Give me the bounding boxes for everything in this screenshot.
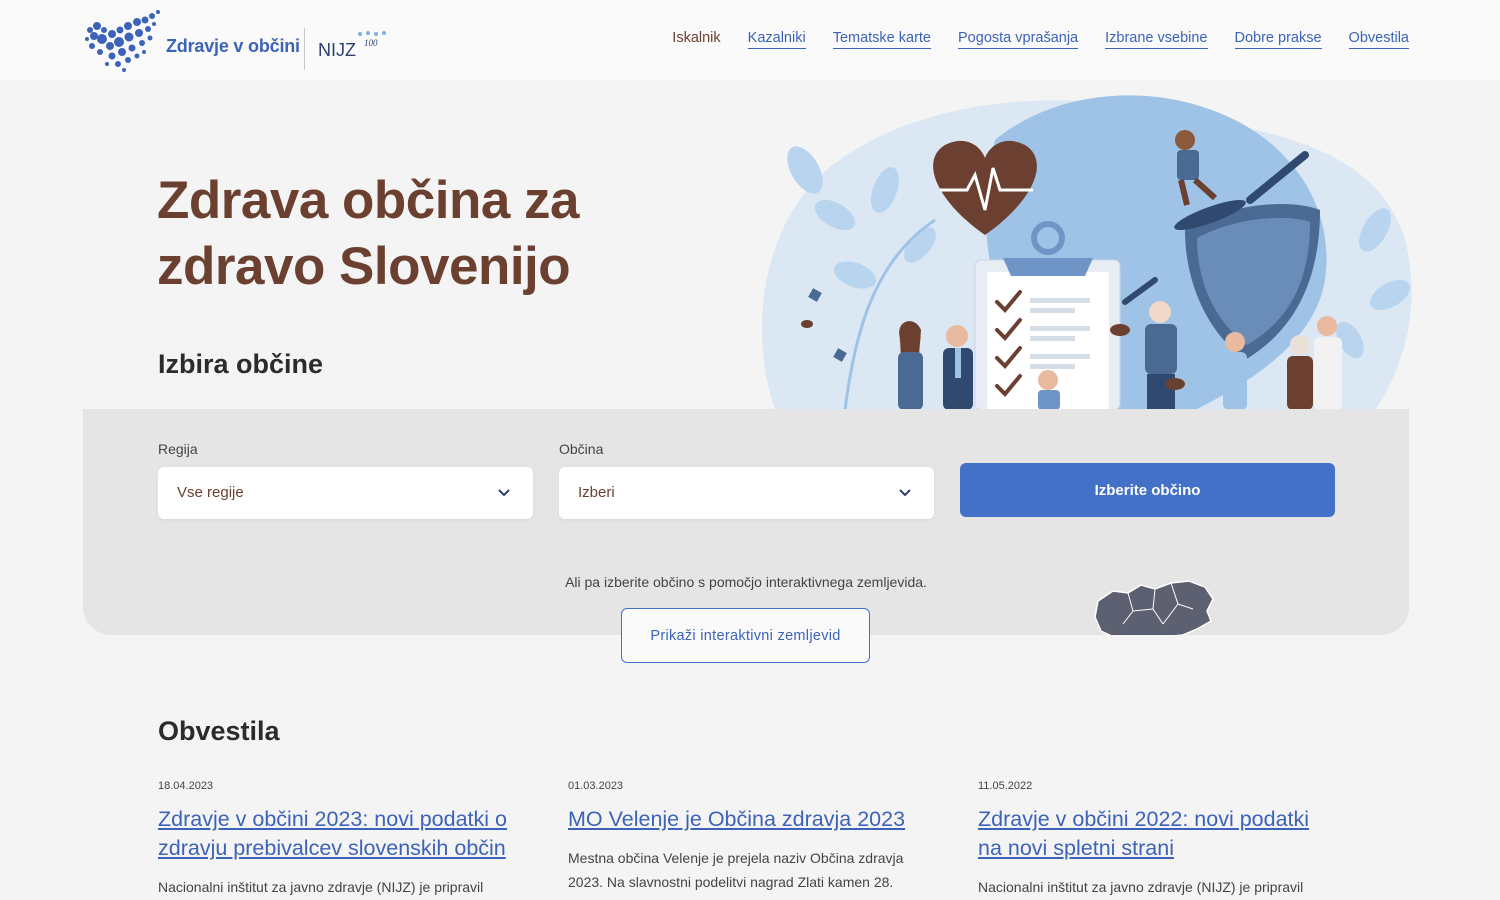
news-title-link[interactable]: Zdravje v občini 2023: novi podatki o zd… [158,805,518,863]
partner-badge: 100 [354,30,388,55]
news-item: 01.03.2023 MO Velenje je Občina zdravja … [568,780,928,894]
health-illustration [762,95,1412,410]
page-title: Zdrava občina za zdravo Slovenijo [157,171,580,296]
news-date: 11.05.2022 [978,780,1033,792]
site-header: Zdravje v občini NIJZ 100 Iskalnik Kazal… [0,0,1500,80]
news-excerpt: Nacionalni inštitut za javno zdravje (NI… [978,879,1304,895]
news-date: 18.04.2023 [158,780,214,792]
nav-izbrane-vsebine[interactable]: Izbrane vsebine [1105,30,1208,49]
partner-logo: NIJZ [318,40,356,60]
news-excerpt: Mestna občina Velenje je prejela naziv O… [568,850,904,890]
news-heading: Obvestila [158,716,280,746]
municipality-select-value: Izberi [578,484,615,501]
region-select[interactable]: Vse regije [158,467,533,519]
logo-title: Zdravje v občini [166,36,300,56]
svg-text:100: 100 [364,38,378,48]
news-excerpt: Nacionalni inštitut za javno zdravje (NI… [158,879,484,895]
nav-obvestila[interactable]: Obvestila [1348,30,1409,49]
news-title-link[interactable]: Zdravje v občini 2022: novi podatki na n… [978,805,1338,863]
slovenia-map-thumbnail-icon [1094,580,1214,635]
main-nav: Iskalnik Kazalniki Tematske karte Pogost… [672,30,1409,49]
nav-pogosta-vprasanja[interactable]: Pogosta vprašanja [958,30,1079,49]
chevron-down-icon [899,489,911,497]
news-title-link[interactable]: MO Velenje je Občina zdravja 2023 [568,805,928,834]
nav-tematske-karte[interactable]: Tematske karte [832,30,932,49]
nav-kazalniki[interactable]: Kazalniki [747,30,806,49]
select-municipality-button[interactable]: Izberite občino [960,463,1335,517]
nav-dobre-prakse[interactable]: Dobre prakse [1234,30,1322,49]
logo-divider [304,28,305,70]
municipality-selection-panel: Regija Vse regije Občina Izberi Izberite… [83,409,1409,635]
dots-logo-icon [85,10,160,72]
chevron-down-icon [498,489,510,497]
site-logo[interactable]: Zdravje v občini NIJZ 100 [82,6,386,74]
municipality-select[interactable]: Izberi [559,467,934,519]
news-item: 11.05.2022 Zdravje v občini 2022: novi p… [978,780,1338,899]
region-label: Regija [158,441,198,457]
nav-iskalnik[interactable]: Iskalnik [672,30,720,49]
news-date: 01.03.2023 [568,780,624,792]
municipality-label: Občina [559,441,604,457]
show-interactive-map-button[interactable]: Prikaži interaktivni zemljevid [621,608,870,663]
anniversary-badge-icon: 100 [358,31,386,48]
municipality-selection-heading: Izbira občine [158,349,324,379]
region-select-value: Vse regije [177,484,244,501]
news-item: 18.04.2023 Zdravje v občini 2023: novi p… [158,780,518,899]
